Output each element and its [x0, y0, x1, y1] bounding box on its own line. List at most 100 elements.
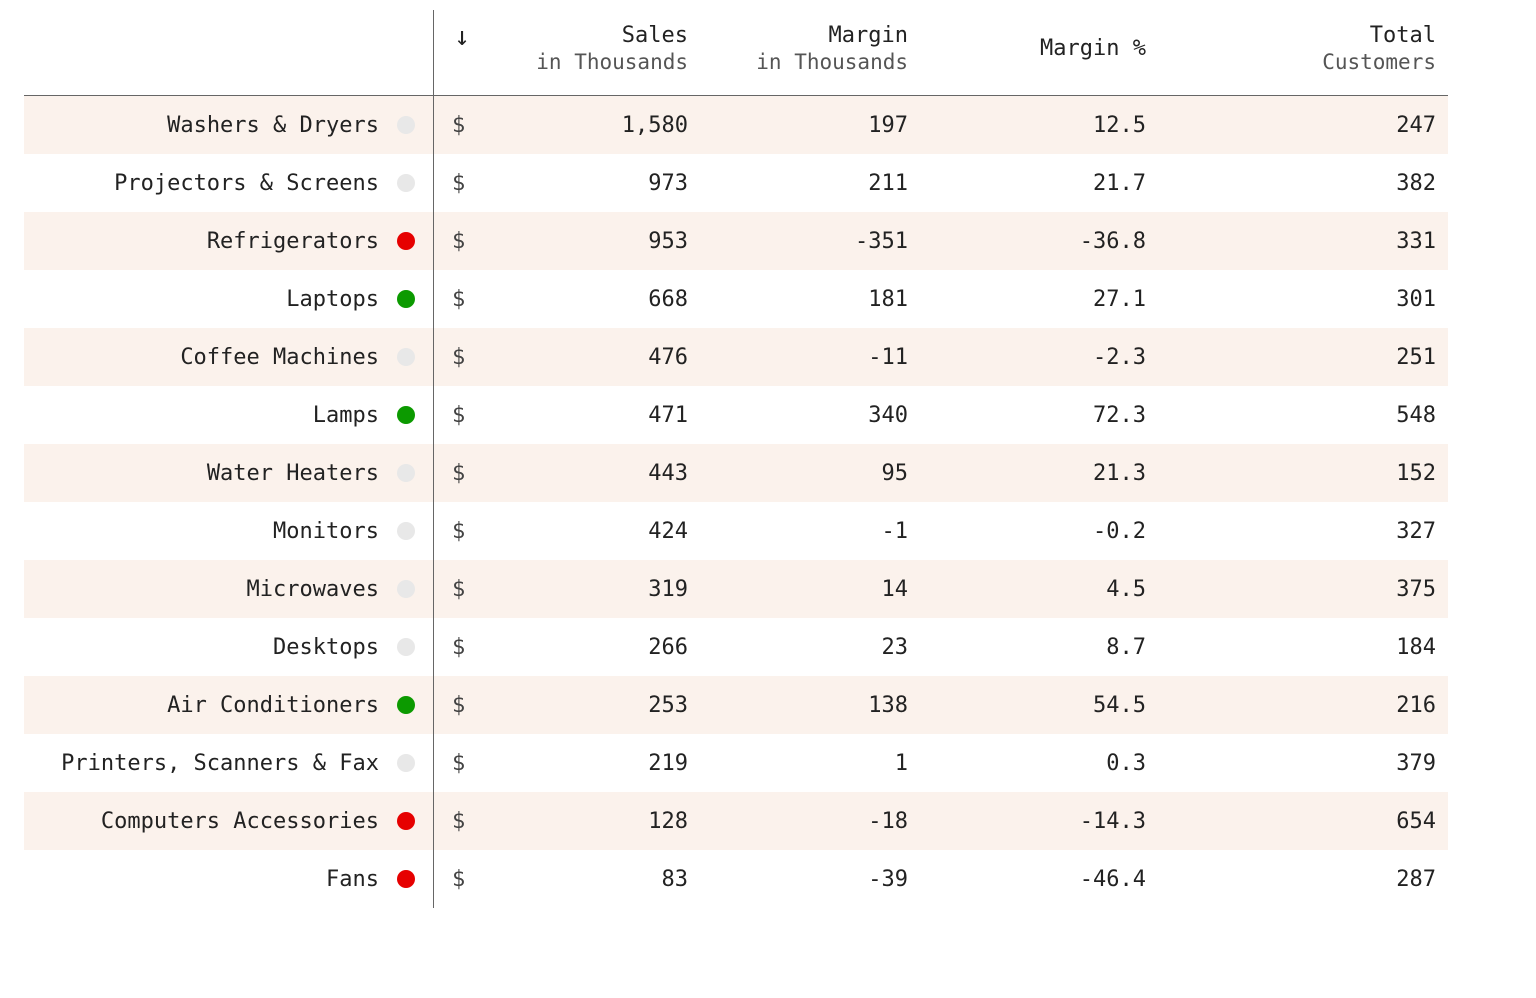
customers-value: 379	[1396, 751, 1436, 776]
sales-value: 471	[648, 403, 688, 428]
margin-pct-value: -36.8	[1080, 229, 1146, 254]
sales-cell: 253	[490, 676, 700, 734]
margin-pct-value: 4.5	[1106, 577, 1146, 602]
customers-cell: 247	[1158, 96, 1448, 154]
customers-cell: 152	[1158, 444, 1448, 502]
margin-value: 138	[868, 693, 908, 718]
category-label: Fans	[326, 867, 379, 892]
sales-value: 476	[648, 345, 688, 370]
category-label: Coffee Machines	[180, 345, 379, 370]
category-label: Washers & Dryers	[167, 113, 379, 138]
margin-value: -1	[882, 519, 909, 544]
category-cell[interactable]: Desktops	[24, 618, 434, 676]
sales-value: 443	[648, 461, 688, 486]
status-dot-icon	[397, 464, 415, 482]
margin-pct-value: 8.7	[1106, 635, 1146, 660]
category-cell[interactable]: Water Heaters	[24, 444, 434, 502]
margin-pct-value: 21.7	[1093, 171, 1146, 196]
margin-pct-value: 72.3	[1093, 403, 1146, 428]
margin-cell: 340	[700, 386, 920, 444]
category-cell[interactable]: Refrigerators	[24, 212, 434, 270]
category-cell[interactable]: Washers & Dryers	[24, 96, 434, 154]
category-cell[interactable]: Air Conditioners	[24, 676, 434, 734]
category-label: Computers Accessories	[101, 809, 379, 834]
sales-cell: 1,580	[490, 96, 700, 154]
margin-value: 211	[868, 171, 908, 196]
margin-value: 340	[868, 403, 908, 428]
margin-cell: -11	[700, 328, 920, 386]
col-header-margin[interactable]: Margin in Thousands	[700, 10, 920, 96]
category-label: Lamps	[313, 403, 379, 428]
sales-cell: 973	[490, 154, 700, 212]
margin-pct-cell: -0.2	[920, 502, 1158, 560]
margin-pct-cell: 0.3	[920, 734, 1158, 792]
col-header-customers[interactable]: Total Customers	[1158, 10, 1448, 96]
col-header-category[interactable]	[24, 10, 434, 96]
category-cell[interactable]: Printers, Scanners & Fax	[24, 734, 434, 792]
customers-value: 216	[1396, 693, 1436, 718]
margin-cell: -18	[700, 792, 920, 850]
customers-cell: 184	[1158, 618, 1448, 676]
sales-value: 83	[662, 867, 689, 892]
sales-cell: 668	[490, 270, 700, 328]
customers-value: 247	[1396, 113, 1436, 138]
margin-pct-value: -2.3	[1093, 345, 1146, 370]
category-cell[interactable]: Coffee Machines	[24, 328, 434, 386]
margin-pct-cell: 27.1	[920, 270, 1158, 328]
col-header-margin-pct[interactable]: Margin %	[920, 10, 1158, 96]
customers-value: 184	[1396, 635, 1436, 660]
sales-value: 668	[648, 287, 688, 312]
customers-cell: 379	[1158, 734, 1448, 792]
category-label: Microwaves	[247, 577, 379, 602]
category-label: Refrigerators	[207, 229, 379, 254]
margin-cell: 1	[700, 734, 920, 792]
status-dot-icon	[397, 232, 415, 250]
currency-symbol: $	[434, 676, 490, 734]
currency-symbol: $	[434, 386, 490, 444]
status-dot-icon	[397, 638, 415, 656]
status-dot-icon	[397, 812, 415, 830]
margin-cell: 211	[700, 154, 920, 212]
status-dot-icon	[397, 522, 415, 540]
margin-pct-cell: -2.3	[920, 328, 1158, 386]
category-label: Water Heaters	[207, 461, 379, 486]
category-cell[interactable]: Computers Accessories	[24, 792, 434, 850]
category-cell[interactable]: Lamps	[24, 386, 434, 444]
margin-value: -39	[868, 867, 908, 892]
customers-cell: 251	[1158, 328, 1448, 386]
category-cell[interactable]: Microwaves	[24, 560, 434, 618]
category-label: Air Conditioners	[167, 693, 379, 718]
category-cell[interactable]: Monitors	[24, 502, 434, 560]
sort-desc-icon: ↓	[454, 21, 470, 54]
margin-cell: 197	[700, 96, 920, 154]
status-dot-icon	[397, 696, 415, 714]
currency-symbol: $	[434, 444, 490, 502]
category-label: Laptops	[286, 287, 379, 312]
margin-value: 181	[868, 287, 908, 312]
category-cell[interactable]: Projectors & Screens	[24, 154, 434, 212]
category-cell[interactable]: Fans	[24, 850, 434, 908]
margin-pct-value: 54.5	[1093, 693, 1146, 718]
currency-symbol: $	[434, 270, 490, 328]
customers-cell: 287	[1158, 850, 1448, 908]
margin-pct-cell: -36.8	[920, 212, 1158, 270]
sales-cell: 128	[490, 792, 700, 850]
currency-symbol: $	[434, 792, 490, 850]
status-dot-icon	[397, 754, 415, 772]
col-header-sort[interactable]: ↓	[434, 10, 490, 96]
sales-value: 424	[648, 519, 688, 544]
margin-pct-cell: 4.5	[920, 560, 1158, 618]
margin-pct-cell: 54.5	[920, 676, 1158, 734]
sales-value: 953	[648, 229, 688, 254]
currency-symbol: $	[434, 850, 490, 908]
margin-cell: 181	[700, 270, 920, 328]
status-dot-icon	[397, 174, 415, 192]
customers-cell: 301	[1158, 270, 1448, 328]
customers-cell: 331	[1158, 212, 1448, 270]
margin-pct-value: 0.3	[1106, 751, 1146, 776]
col-header-sales[interactable]: Sales in Thousands	[490, 10, 700, 96]
category-label: Projectors & Screens	[114, 171, 379, 196]
margin-pct-cell: 12.5	[920, 96, 1158, 154]
currency-symbol: $	[434, 560, 490, 618]
category-cell[interactable]: Laptops	[24, 270, 434, 328]
